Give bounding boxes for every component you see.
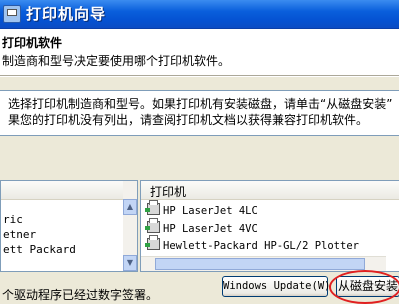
printer-icon xyxy=(145,235,160,250)
wizard-header: 打印机软件 制造商和型号决定要使用哪个打印机软件。 xyxy=(0,29,399,76)
instructions-line-2: 果您的打印机没有列出，请查阅打印机文档以获得兼容打印机软件。 xyxy=(8,113,369,127)
instructions-box: 选择打印机制造商和型号。如果打印机有安装磁盘，请单击“从磁盘安装” 果您的打印机… xyxy=(0,90,399,136)
printer-list-header[interactable]: 打印机 xyxy=(141,181,399,200)
manufacturer-list-header[interactable] xyxy=(1,181,137,200)
manufacturer-list[interactable]: ric etner ett Packard ▲ ▼ xyxy=(0,180,138,272)
scroll-up-button[interactable]: ▲ xyxy=(123,199,137,215)
printer-list[interactable]: 打印机 HP LaserJet 4LC HP LaserJet 4VC Hewl… xyxy=(140,180,399,272)
header-divider xyxy=(0,76,399,77)
highlight-circle xyxy=(329,270,399,304)
manufacturer-item[interactable]: etner xyxy=(3,228,36,241)
printer-column-label: 打印机 xyxy=(150,185,187,199)
printer-icon xyxy=(145,200,160,215)
printer-item[interactable]: HP LaserJet 4VC xyxy=(145,218,258,237)
scroll-thumb[interactable] xyxy=(155,258,365,270)
printer-item-label: HP LaserJet 4LC xyxy=(163,205,258,217)
page-title: 打印机软件 xyxy=(2,36,63,50)
manufacturer-item[interactable]: ric xyxy=(3,213,23,226)
manufacturer-vertical-scrollbar[interactable]: ▲ ▼ xyxy=(123,181,137,271)
printer-item-label: HP LaserJet 4VC xyxy=(163,223,258,235)
page-subtitle: 制造商和型号决定要使用哪个打印机软件。 xyxy=(2,54,231,68)
printer-item[interactable]: HP LaserJet 4LC xyxy=(145,200,258,219)
title-bar[interactable]: 打印机向导 xyxy=(0,0,399,29)
printer-horizontal-scrollbar[interactable] xyxy=(141,256,386,271)
manufacturer-item[interactable]: ett Packard xyxy=(3,243,76,256)
window-title: 打印机向导 xyxy=(26,5,107,23)
instructions-line-1: 选择打印机制造商和型号。如果打印机有安装磁盘，请单击“从磁盘安装” xyxy=(8,97,393,111)
printer-icon xyxy=(145,218,160,233)
signed-driver-message: 个驱动程序已经过数字签署。 xyxy=(2,288,159,302)
windows-update-button[interactable]: Windows Update(W) xyxy=(222,276,330,297)
printer-wizard-icon xyxy=(3,5,21,23)
printer-item-label: Hewlett-Packard HP-GL/2 Plotter xyxy=(163,240,359,252)
printer-item[interactable]: Hewlett-Packard HP-GL/2 Plotter xyxy=(145,235,359,254)
scroll-down-button[interactable]: ▼ xyxy=(123,255,137,271)
